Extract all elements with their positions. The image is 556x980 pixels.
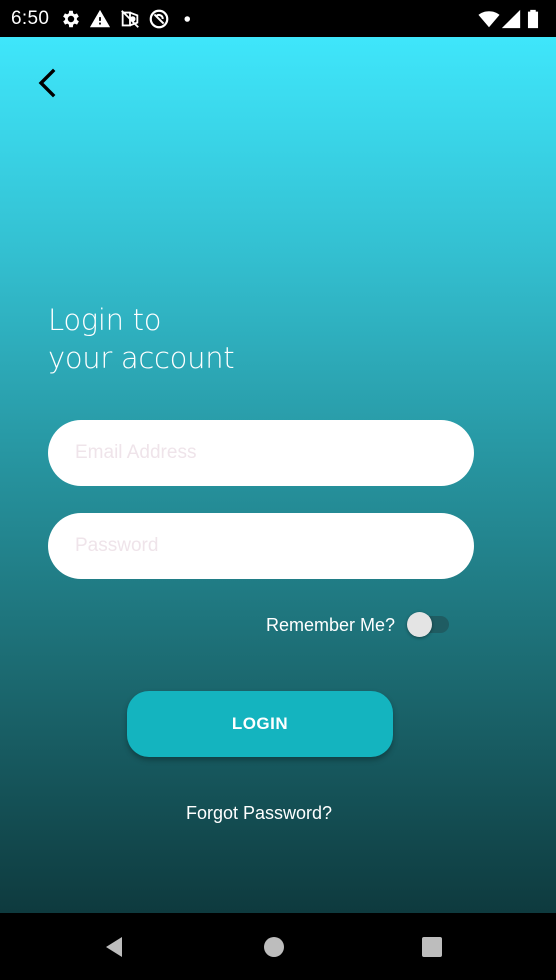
login-screen: 6:50 Login to your account Email Address… xyxy=(0,0,556,980)
location-off-icon xyxy=(121,10,139,28)
no-disturb-icon xyxy=(149,9,169,29)
warning-icon xyxy=(89,9,111,28)
status-time: 6:50 xyxy=(11,8,50,29)
chevron-left-icon xyxy=(38,68,56,98)
login-content: Login to your account Remember Me? LOGIN… xyxy=(0,37,556,913)
title-line-2: your account xyxy=(48,341,235,375)
password-field[interactable] xyxy=(48,513,474,579)
login-button[interactable]: LOGIN xyxy=(127,691,393,757)
page-title: Login to your account xyxy=(48,301,235,377)
battery-icon xyxy=(527,9,539,29)
toggle-thumb xyxy=(407,612,432,637)
back-button[interactable] xyxy=(28,63,68,103)
email-field[interactable] xyxy=(48,420,474,486)
status-bar: 6:50 xyxy=(0,0,556,37)
title-line-1: Login to xyxy=(48,303,162,337)
recents-square-icon[interactable] xyxy=(418,933,446,961)
navigation-bar xyxy=(0,913,556,980)
home-circle-icon[interactable] xyxy=(260,933,288,961)
settings-icon xyxy=(63,10,79,28)
remember-me-toggle[interactable] xyxy=(407,612,451,638)
forgot-password-link[interactable]: Forgot Password? xyxy=(0,803,518,824)
wifi-icon xyxy=(478,11,500,28)
back-triangle-icon[interactable] xyxy=(100,933,128,961)
remember-me-label: Remember Me? xyxy=(266,615,396,635)
dot-icon xyxy=(184,16,190,22)
signal-icon xyxy=(501,9,521,29)
